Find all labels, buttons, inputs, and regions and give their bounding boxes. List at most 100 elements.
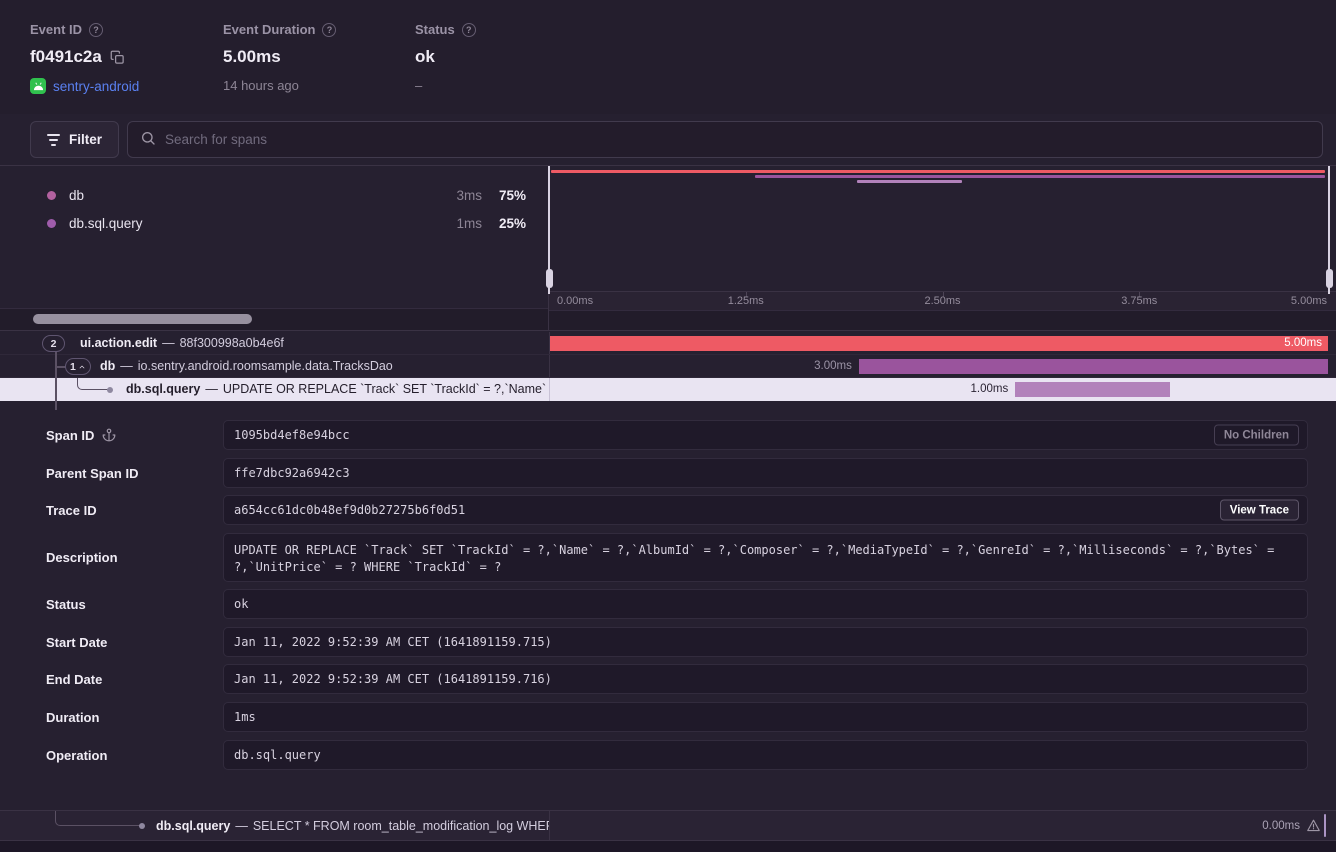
tree-elbow bbox=[55, 811, 141, 826]
project-link[interactable]: sentry-android bbox=[53, 79, 139, 94]
span-op: db.sql.query bbox=[126, 382, 200, 396]
detail-value-box: Jan 11, 2022 9:52:39 AM CET (1641891159.… bbox=[223, 664, 1308, 694]
detail-value-box: a654cc61dc0b48ef9d0b27275b6f0d51 View Tr… bbox=[223, 495, 1308, 525]
span-search bbox=[127, 121, 1323, 158]
description-value: UPDATE OR REPLACE `Track` SET `TrackId` … bbox=[224, 534, 1307, 583]
start-date-value: Jan 11, 2022 9:52:39 AM CET (1641891159.… bbox=[224, 628, 1307, 656]
span-id-value: 1095bd4ef8e94bcc bbox=[224, 421, 1307, 449]
detail-value-box: 1ms bbox=[223, 702, 1308, 732]
detail-label: Trace ID bbox=[46, 503, 97, 518]
span-row-ui-action-edit[interactable]: 2 ui.action.edit—88f300998a0b4e6f 5.00ms bbox=[0, 332, 1336, 355]
event-duration-label: Event Duration bbox=[223, 22, 315, 37]
legend-op-percent: 25% bbox=[482, 216, 526, 231]
search-input[interactable] bbox=[165, 132, 1310, 147]
span-duration: 5.00ms bbox=[1284, 332, 1322, 355]
time-axis: 0.00ms 1.25ms 2.50ms 3.75ms 5.00ms bbox=[549, 291, 1336, 310]
axis-lower-strip bbox=[549, 310, 1336, 330]
span-op: db.sql.query bbox=[156, 819, 230, 833]
copy-icon[interactable] bbox=[110, 50, 125, 65]
event-id-value: f0491c2a bbox=[30, 47, 102, 67]
axis-tick: 2.50ms bbox=[924, 295, 960, 307]
span-desc: SELECT * FROM room_table_modification_lo… bbox=[253, 819, 549, 833]
detail-value-box: Jan 11, 2022 9:52:39 AM CET (1641891159.… bbox=[223, 627, 1308, 657]
android-icon bbox=[30, 78, 46, 94]
chevron-up-icon bbox=[78, 363, 86, 371]
operations-breakdown: db 3ms 75% db.sql.query 1ms 25% bbox=[0, 166, 549, 330]
parent-span-id-value: ffe7dbc92a6942c3 bbox=[224, 459, 1307, 487]
view-trace-button[interactable]: View Trace bbox=[1220, 500, 1299, 521]
detail-value-box: ok bbox=[223, 589, 1308, 619]
legend-op-duration: 1ms bbox=[430, 216, 482, 231]
status-label: Status bbox=[415, 22, 455, 37]
span-duration: 1.00ms bbox=[971, 378, 1009, 401]
event-duration-value: 5.00ms bbox=[223, 47, 281, 67]
event-header: Event ID ? f0491c2a sentry-android Event… bbox=[0, 0, 1336, 114]
event-id-stat: Event ID ? f0491c2a sentry-android bbox=[30, 22, 139, 94]
span-desc: UPDATE OR REPLACE `Track` SET `TrackId` … bbox=[223, 382, 549, 396]
event-duration-relative: 14 hours ago bbox=[223, 78, 299, 93]
operation-value: db.sql.query bbox=[224, 741, 1307, 769]
op-color-dot bbox=[47, 219, 56, 228]
legend-op-name: db bbox=[69, 188, 430, 203]
warning-icon bbox=[1306, 818, 1321, 836]
detail-value-box: ffe7dbc92a6942c3 bbox=[223, 458, 1308, 488]
minimap-left-handle[interactable] bbox=[548, 166, 550, 294]
trace-minimap[interactable] bbox=[549, 166, 1328, 291]
span-children-badge[interactable]: 2 bbox=[42, 335, 65, 352]
span-status-value: ok bbox=[224, 590, 1307, 618]
span-op: db bbox=[100, 359, 115, 373]
legend-op-percent: 75% bbox=[482, 188, 526, 203]
status-stat: Status ? ok – bbox=[415, 22, 476, 93]
detail-label: Status bbox=[46, 597, 86, 612]
zero-duration-bar bbox=[1324, 814, 1327, 837]
detail-value-box: UPDATE OR REPLACE `Track` SET `TrackId` … bbox=[223, 533, 1308, 582]
scrollbar-thumb[interactable] bbox=[33, 314, 252, 324]
detail-label: Description bbox=[46, 550, 118, 565]
span-bar bbox=[859, 359, 1328, 374]
detail-label: End Date bbox=[46, 672, 102, 687]
op-color-dot bbox=[47, 191, 56, 200]
horizontal-scrollbar[interactable] bbox=[0, 308, 548, 330]
status-sub: – bbox=[415, 78, 422, 93]
legend-item-db: db 3ms 75% bbox=[0, 181, 548, 209]
span-bar bbox=[1015, 382, 1170, 397]
end-date-value: Jan 11, 2022 9:52:39 AM CET (1641891159.… bbox=[224, 665, 1307, 693]
help-icon[interactable]: ? bbox=[462, 23, 476, 37]
span-row-db-sql-query-selected[interactable]: db.sql.query—UPDATE OR REPLACE `Track` S… bbox=[0, 378, 1336, 401]
page-bottom-strip bbox=[0, 841, 1336, 852]
filter-icon bbox=[47, 134, 60, 146]
span-detail-page: Event ID ? f0491c2a sentry-android Event… bbox=[0, 0, 1336, 852]
minimap-bar-db bbox=[755, 175, 1325, 178]
span-row-detached[interactable]: db.sql.query—SELECT * FROM room_table_mo… bbox=[0, 810, 1336, 841]
legend-item-db-sql-query: db.sql.query 1ms 25% bbox=[0, 209, 548, 237]
minimap-bar-db-sql-query bbox=[857, 180, 962, 183]
filter-button-label: Filter bbox=[69, 132, 102, 147]
minimap-panel: 0.00ms 1.25ms 2.50ms 3.75ms 5.00ms bbox=[549, 166, 1336, 330]
detail-label: Parent Span ID bbox=[46, 466, 138, 481]
filter-button[interactable]: Filter bbox=[30, 121, 119, 158]
tree-line bbox=[55, 351, 57, 401]
detail-label: Duration bbox=[46, 710, 99, 725]
span-row-db[interactable]: 1 db—io.sentry.android.roomsample.data.T… bbox=[0, 355, 1336, 378]
minimap-bar-ui-action-edit bbox=[551, 170, 1325, 173]
span-children-badge[interactable]: 1 bbox=[65, 358, 91, 375]
span-waterfall: 2 ui.action.edit—88f300998a0b4e6f 5.00ms… bbox=[0, 332, 1336, 401]
tree-node-dot bbox=[139, 823, 145, 829]
help-icon[interactable]: ? bbox=[89, 23, 103, 37]
span-details: Span ID 1095bd4ef8e94bcc No Children Par… bbox=[0, 400, 1336, 775]
span-bar bbox=[550, 336, 1328, 351]
detail-label: Operation bbox=[46, 748, 107, 763]
axis-tick: 5.00ms bbox=[1291, 295, 1327, 307]
tree-node-dot bbox=[107, 387, 113, 393]
axis-tick: 3.75ms bbox=[1121, 295, 1157, 307]
legend-op-duration: 3ms bbox=[430, 188, 482, 203]
minimap-right-handle[interactable] bbox=[1328, 166, 1330, 294]
anchor-icon[interactable] bbox=[102, 428, 116, 442]
axis-tick: 1.25ms bbox=[728, 295, 764, 307]
search-icon bbox=[140, 130, 156, 149]
trace-id-value: a654cc61dc0b48ef9d0b27275b6f0d51 bbox=[224, 496, 1307, 524]
span-duration: 3.00ms bbox=[814, 355, 852, 378]
help-icon[interactable]: ? bbox=[322, 23, 336, 37]
detail-label: Start Date bbox=[46, 635, 107, 650]
no-children-badge: No Children bbox=[1214, 425, 1299, 446]
